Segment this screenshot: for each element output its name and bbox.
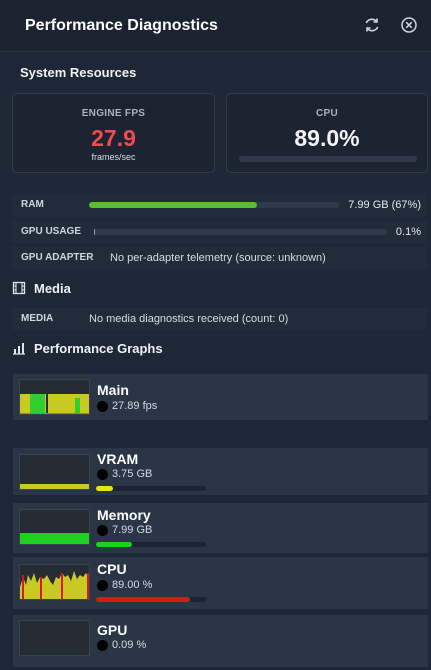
graph-card-main: Main 27.89 fps [13, 374, 428, 420]
graph-gpu-value: 0.09 % [112, 639, 147, 651]
graph-memory-value: 7.99 GB [112, 524, 153, 536]
panel-header: Performance Diagnostics [0, 0, 431, 52]
cpu-progress-track [96, 597, 206, 602]
gpu-usage-value: 0.1% [395, 226, 421, 238]
gpu-usage-progress-track [94, 229, 387, 235]
graph-gpu-name: GPU [97, 622, 128, 638]
graph-main-name: Main [97, 382, 129, 398]
cpu-card: CPU 89.0% [226, 93, 428, 173]
status-dot-icon [97, 640, 108, 651]
performance-graphs-heading: Performance Graphs [34, 341, 163, 356]
graph-memory-name: Memory [97, 507, 151, 523]
status-dot-icon [97, 580, 108, 591]
graph-card-memory: Memory 7.99 GB [13, 503, 428, 553]
refresh-icon[interactable] [362, 15, 382, 35]
ram-label: RAM [21, 199, 44, 210]
gpu-graph [19, 620, 90, 656]
system-resources-heading: System Resources [20, 65, 137, 80]
vram-progress-track [96, 486, 206, 491]
gpu-adapter-row: GPU ADAPTER No per-adapter telemetry (so… [12, 247, 427, 269]
memory-progress-track [96, 542, 206, 547]
gpu-usage-row: GPU USAGE 0.1% [12, 221, 427, 243]
vram-progress-fill [96, 486, 113, 491]
panel-title: Performance Diagnostics [25, 17, 218, 34]
main-graph [19, 379, 90, 415]
gpu-adapter-label: GPU ADAPTER [21, 252, 94, 263]
graph-vram-name: VRAM [97, 451, 139, 467]
media-row: MEDIA No media diagnostics received (cou… [12, 308, 427, 330]
media-heading: Media [34, 281, 71, 296]
ram-row: RAM 7.99 GB (67%) [12, 194, 427, 216]
graph-card-gpu: GPU 0.09 % [13, 615, 428, 667]
graph-cpu-value: 89.00 % [112, 579, 153, 591]
gpu-adapter-value: No per-adapter telemetry (source: unknow… [110, 252, 326, 264]
cpu-graph [19, 564, 90, 600]
engine-fps-value: 27.9 [91, 125, 136, 151]
memory-graph [19, 509, 90, 545]
graph-card-vram: VRAM 3.75 GB [13, 448, 428, 495]
engine-fps-card: ENGINE FPS 27.9 frames/sec [12, 93, 215, 173]
memory-progress-fill [96, 542, 133, 547]
media-label: MEDIA [21, 313, 54, 324]
engine-fps-unit: frames/sec [91, 152, 136, 162]
vram-graph [19, 454, 90, 490]
status-dot-icon [97, 469, 108, 480]
ram-value: 7.99 GB (67%) [348, 199, 421, 211]
graph-main-value: 27.89 fps [112, 400, 158, 412]
media-value: No media diagnostics received (count: 0) [89, 313, 289, 325]
film-icon [12, 281, 26, 295]
status-dot-icon [97, 401, 108, 412]
bar-chart-icon [12, 341, 26, 355]
cpu-label: CPU [315, 108, 338, 119]
cpu-progress-fill [96, 597, 190, 602]
cpu-value: 89.0% [294, 125, 360, 151]
gpu-usage-progress-fill [94, 229, 96, 235]
graph-cpu-name: CPU [97, 561, 127, 577]
gpu-usage-label: GPU USAGE [21, 226, 82, 237]
graph-vram-value: 3.75 GB [112, 468, 153, 480]
engine-fps-label: ENGINE FPS [81, 108, 146, 119]
ram-progress-track [89, 202, 339, 208]
close-circle-icon[interactable] [399, 15, 419, 35]
ram-progress-fill [89, 202, 257, 208]
status-dot-icon [97, 525, 108, 536]
cpu-progress-track [239, 156, 417, 162]
graph-card-cpu: CPU 89.00 % [13, 557, 428, 609]
